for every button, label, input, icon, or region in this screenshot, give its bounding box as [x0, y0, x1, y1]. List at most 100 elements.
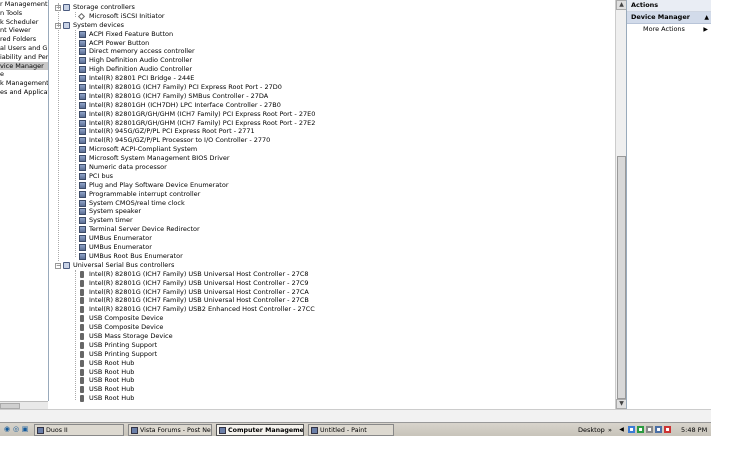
tree-device-item[interactable]: Microsoft ACPI-Compliant System [49, 145, 615, 154]
tree-guide-line [75, 270, 76, 400]
desktop-toolbar-label[interactable]: Desktop [578, 424, 605, 436]
security-icon[interactable]: ▪ [637, 426, 644, 433]
clock[interactable]: 5:48 PM [681, 424, 707, 436]
system-device-icon [79, 30, 86, 38]
tree-category[interactable]: − System devices [49, 21, 615, 30]
taskbar-button[interactable]: Computer Management [216, 424, 304, 436]
usb-icon [80, 359, 84, 367]
tree-item-label: USB Root Hub [89, 376, 135, 385]
show-desktop-icon[interactable]: ◉ [3, 425, 11, 434]
tree-item-label: High Definition Audio Controller [89, 65, 193, 74]
console-tree-item[interactable]: n Tools [0, 9, 48, 18]
tree-device-item[interactable]: Microsoft iSCSI Initiator [49, 12, 615, 21]
tree-device-item[interactable]: USB Composite Device [49, 323, 615, 332]
console-tree-item[interactable]: al Users and Gr [0, 44, 48, 53]
console-tree-item[interactable]: es and Applicatio [0, 88, 48, 97]
tree-device-item[interactable]: High Definition Audio Controller [49, 56, 615, 65]
app-icon [37, 427, 44, 434]
tree-device-item[interactable]: Intel(R) 82801GR/GH/GHM (ICH7 Family) PC… [49, 110, 615, 119]
tree-device-item[interactable]: Intel(R) 82801GR/GH/GHM (ICH7 Family) PC… [49, 119, 615, 128]
switch-windows-icon[interactable]: ▣ [21, 425, 29, 434]
tree-device-item[interactable]: USB Printing Support [49, 341, 615, 350]
system-device-icon [79, 155, 86, 163]
more-actions-item[interactable]: More Actions ▶ [627, 24, 712, 35]
console-tree-item[interactable]: iability and Perfc [0, 53, 48, 62]
scrollbar-thumb[interactable] [617, 156, 626, 399]
taskbar-button[interactable]: Vista Forums - Post New... [128, 424, 212, 436]
tree-device-item[interactable]: Intel(R) 945G/GZ/P/PL PCI Express Root P… [49, 127, 615, 136]
tree-device-item[interactable]: PCI bus [49, 172, 615, 181]
system-devices-icon [63, 21, 70, 29]
volume-icon[interactable]: ▪ [646, 426, 653, 433]
tree-device-item[interactable]: USB Root Hub [49, 359, 615, 368]
tree-device-item[interactable]: ACPI Power Button [49, 39, 615, 48]
tree-device-item[interactable]: Terminal Server Device Redirector [49, 225, 615, 234]
tree-device-item[interactable]: UMBus Enumerator [49, 234, 615, 243]
system-device-icon [79, 66, 86, 74]
tree-device-item[interactable]: Intel(R) 82801G (ICH7 Family) SMBus Cont… [49, 92, 615, 101]
tree-device-item[interactable]: Plug and Play Software Device Enumerator [49, 181, 615, 190]
tree-device-item[interactable]: Programmable interrupt controller [49, 190, 615, 199]
tree-device-item[interactable]: Intel(R) 82801G (ICH7 Family) USB Univer… [49, 270, 615, 279]
console-tree-item[interactable]: k Scheduler [0, 18, 48, 27]
taskbar-button[interactable]: Duos II [34, 424, 124, 436]
tree-device-item[interactable]: Numeric data processor [49, 163, 615, 172]
tree-item-label: Intel(R) 82801G (ICH7 Family) SMBus Cont… [89, 91, 269, 100]
collapse-toggle-icon[interactable]: − [55, 262, 61, 269]
taskbar-button-label: Vista Forums - Post New... [140, 427, 211, 434]
tree-device-item[interactable]: Intel(R) 82801 PCI Bridge - 244E [49, 74, 615, 83]
tree-device-item[interactable]: Microsoft System Management BIOS Driver [49, 154, 615, 163]
console-tree-item[interactable]: red Folders [0, 35, 48, 44]
tree-device-item[interactable]: Intel(R) 945G/GZ/P/PL Processor to I/O C… [49, 136, 615, 145]
tree-device-item[interactable]: High Definition Audio Controller [49, 65, 615, 74]
actions-section-device-manager[interactable]: Device Manager ▲ [627, 12, 712, 24]
console-tree-item[interactable]: nt Viewer [0, 26, 48, 35]
taskbar-button[interactable]: Untitled - Paint [308, 424, 394, 436]
usb-icon [80, 270, 84, 278]
console-tree-item[interactable]: r Management (L [0, 0, 48, 9]
tree-device-item[interactable]: USB Root Hub [49, 385, 615, 394]
tree-item-label: Intel(R) 82801G (ICH7 Family) USB2 Enhan… [89, 305, 315, 314]
tree-device-item[interactable]: USB Printing Support [49, 350, 615, 359]
blank-area [711, 0, 750, 422]
tree-device-item[interactable]: System speaker [49, 207, 615, 216]
console-tree-item[interactable]: e [0, 70, 48, 79]
tray-expand-icon[interactable]: ◀ [618, 426, 625, 433]
tree-item-label: PCI bus [89, 171, 114, 180]
tree-device-item[interactable]: System CMOS/real time clock [49, 199, 615, 208]
tree-device-item[interactable]: Intel(R) 82801GH (ICH7DH) LPC Interface … [49, 101, 615, 110]
tree-device-item[interactable]: Intel(R) 82801G (ICH7 Family) USB Univer… [49, 288, 615, 297]
network-icon[interactable]: ▪ [628, 426, 635, 433]
browser-quicklaunch-icon[interactable]: ◎ [12, 425, 20, 434]
tree-category[interactable]: − Universal Serial Bus controllers [49, 261, 615, 270]
tree-device-item[interactable]: USB Root Hub [49, 394, 615, 403]
tree-device-item[interactable]: UMBus Root Bus Enumerator [49, 252, 615, 261]
usb-icon [80, 324, 84, 332]
tree-category[interactable]: − Storage controllers [49, 3, 615, 12]
tree-item-label: UMBus Enumerator [89, 234, 152, 243]
tree-device-item[interactable]: USB Mass Storage Device [49, 332, 615, 341]
system-device-icon [79, 119, 86, 127]
tree-device-item[interactable]: Direct memory access controller [49, 47, 615, 56]
tree-device-item[interactable]: System timer [49, 216, 615, 225]
tree-device-item[interactable]: UMBus Enumerator [49, 243, 615, 252]
tree-device-item[interactable]: Intel(R) 82801G (ICH7 Family) PCI Expres… [49, 83, 615, 92]
usb-icon [80, 368, 84, 376]
console-tree-pane: r Management (Ln Toolsk Schedulernt View… [0, 0, 49, 401]
tree-device-item[interactable]: USB Composite Device [49, 314, 615, 323]
storage-controller-icon [63, 4, 70, 11]
console-tree-item[interactable]: k Management [0, 79, 48, 88]
tree-device-item[interactable]: ACPI Fixed Feature Button [49, 30, 615, 39]
monitor-icon[interactable]: ▪ [655, 426, 662, 433]
console-tree-item[interactable]: vice Manager [0, 61, 48, 71]
toolbar-chevron-icon[interactable]: » [608, 424, 612, 436]
tree-device-item[interactable]: USB Root Hub [49, 368, 615, 377]
tree-device-item[interactable]: Intel(R) 82801G (ICH7 Family) USB Univer… [49, 296, 615, 305]
system-device-icon [79, 48, 86, 56]
tree-device-item[interactable]: Intel(R) 82801G (ICH7 Family) USB Univer… [49, 279, 615, 288]
tree-device-item[interactable]: Intel(R) 82801G (ICH7 Family) USB2 Enhan… [49, 305, 615, 314]
alert-icon[interactable]: ▪ [664, 426, 671, 433]
tree-item-label: Intel(R) 945G/GZ/P/PL PCI Express Root P… [89, 127, 255, 136]
tree-device-item[interactable]: USB Root Hub [49, 376, 615, 385]
collapse-arrow-icon[interactable]: ▲ [704, 12, 709, 23]
